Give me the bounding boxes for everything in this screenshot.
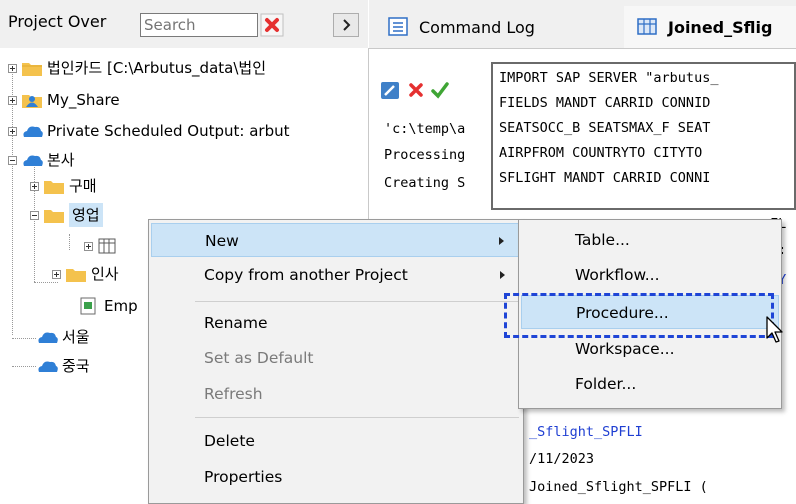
menu-item-label: Refresh bbox=[204, 385, 263, 403]
context-menu: New Copy from another Project Rename Set… bbox=[148, 219, 524, 504]
report-icon bbox=[80, 297, 96, 315]
highlight-annotation-box bbox=[504, 293, 774, 338]
menu-item-label: Workflow... bbox=[575, 266, 660, 284]
chevron-right-icon bbox=[343, 19, 351, 31]
tree-node[interactable] bbox=[84, 234, 119, 258]
log-line: 'c:\temp\a bbox=[384, 121, 466, 137]
pane-menu-button[interactable] bbox=[333, 13, 359, 37]
popup-line: FIELDS MANDT CARRID CONNID bbox=[499, 95, 711, 111]
menu-item-label: Rename bbox=[204, 314, 268, 332]
expand-toggle[interactable] bbox=[52, 269, 61, 279]
popup-line: SEATSOCC_B SEATSMAX_F SEAT bbox=[499, 120, 711, 136]
search-field[interactable] bbox=[140, 13, 258, 37]
expand-toggle[interactable] bbox=[30, 181, 39, 191]
tree-node[interactable]: Emp bbox=[78, 294, 138, 318]
tree-node[interactable]: 중국 bbox=[36, 354, 90, 378]
cloud-folder-icon bbox=[38, 332, 58, 343]
log-line: _Sflight_SPFLI bbox=[529, 424, 643, 440]
menu-item-copy-from-project[interactable]: Copy from another Project bbox=[151, 258, 521, 292]
menu-separator bbox=[195, 301, 519, 302]
submenu-item-table[interactable]: Table... bbox=[521, 223, 779, 257]
project-overview-title: Project Over bbox=[8, 12, 107, 31]
clear-search-button[interactable] bbox=[260, 13, 284, 37]
log-line: Joined_Sflight_SPFLI ( bbox=[529, 479, 708, 495]
submenu-item-workflow[interactable]: Workflow... bbox=[521, 258, 779, 292]
expand-toggle[interactable] bbox=[8, 126, 17, 136]
tree-node[interactable]: Private Scheduled Output: arbut bbox=[8, 119, 289, 143]
menu-separator bbox=[195, 417, 519, 418]
folder-icon bbox=[66, 269, 86, 282]
tree-node-label: 구매 bbox=[69, 177, 97, 195]
tree-node-label: My_Share bbox=[47, 91, 120, 109]
menu-item-rename[interactable]: Rename bbox=[151, 306, 521, 340]
accept-icon[interactable] bbox=[431, 82, 449, 99]
command-preview-popup: IMPORT SAP SERVER "arbutus_ FIELDS MANDT… bbox=[491, 62, 796, 210]
tree-node[interactable]: 구매 bbox=[30, 174, 97, 198]
menu-item-label: Properties bbox=[204, 468, 283, 486]
tree-node-label: 중국 bbox=[62, 357, 90, 375]
tree-node-label: 서울 bbox=[62, 328, 90, 346]
cloud-folder-icon bbox=[38, 361, 58, 372]
folder-icon bbox=[22, 63, 42, 76]
folder-icon bbox=[44, 181, 64, 194]
cloud-folder-icon bbox=[23, 126, 43, 137]
log-toolbar bbox=[369, 62, 489, 114]
menu-item-label: Table... bbox=[575, 231, 630, 249]
mouse-pointer-icon bbox=[766, 316, 783, 343]
tab-label: Command Log bbox=[419, 17, 535, 37]
popup-line: SFLIGHT MANDT CARRID CONNI bbox=[499, 170, 711, 186]
tree-node-label: 영업 bbox=[69, 203, 103, 227]
edit-icon[interactable] bbox=[381, 82, 399, 99]
menu-item-label: Delete bbox=[204, 432, 255, 450]
tree-node-label: Emp bbox=[104, 297, 138, 315]
menu-item-label: New bbox=[205, 232, 239, 250]
tree-node[interactable]: 서울 bbox=[36, 325, 90, 349]
table-icon bbox=[98, 238, 116, 254]
menu-item-label: Set as Default bbox=[204, 349, 314, 367]
expand-toggle[interactable] bbox=[8, 63, 17, 73]
folder-icon bbox=[44, 210, 64, 223]
popup-line: AIRPFROM COUNTRYTO CITYTO bbox=[499, 145, 703, 161]
tree-node-label: 본사 bbox=[47, 151, 75, 169]
cloud-folder-icon bbox=[23, 155, 43, 166]
collapse-toggle[interactable] bbox=[8, 155, 17, 165]
tree-node-label: 법인카드 [C:\Arbutus_data\법인 bbox=[47, 59, 267, 77]
menu-item-label: Copy from another Project bbox=[204, 266, 408, 284]
tree-node[interactable]: My_Share bbox=[8, 88, 120, 112]
submenu-arrow-icon bbox=[499, 237, 504, 245]
tree-node-label: Private Scheduled Output: arbut bbox=[47, 122, 290, 140]
submenu-item-folder[interactable]: Folder... bbox=[521, 367, 779, 401]
delete-icon[interactable] bbox=[409, 83, 423, 97]
shared-folder-icon bbox=[22, 95, 42, 108]
menu-item-label: Folder... bbox=[575, 375, 637, 393]
tab-command-log[interactable]: Command Log bbox=[371, 6, 599, 48]
log-line: Creating S bbox=[384, 175, 466, 191]
menu-item-properties[interactable]: Properties bbox=[151, 460, 521, 494]
search-input[interactable] bbox=[141, 15, 256, 35]
expand-toggle[interactable] bbox=[8, 95, 17, 105]
popup-line: IMPORT SAP SERVER "arbutus_ bbox=[499, 70, 719, 86]
tree-node-label: 인사 bbox=[91, 265, 119, 283]
expand-toggle[interactable] bbox=[84, 241, 93, 251]
menu-item-new[interactable]: New bbox=[151, 223, 521, 257]
log-line: Processing bbox=[384, 147, 466, 163]
tree-node[interactable]: 인사 bbox=[52, 262, 119, 286]
list-icon bbox=[388, 17, 408, 36]
tree-node[interactable]: 본사 bbox=[8, 148, 75, 172]
tab-label: Joined_Sflig bbox=[668, 17, 773, 37]
red-x-icon bbox=[260, 13, 284, 37]
menu-item-delete[interactable]: Delete bbox=[151, 424, 521, 458]
submenu-arrow-icon bbox=[500, 271, 505, 279]
table-icon bbox=[637, 18, 657, 35]
collapse-toggle[interactable] bbox=[30, 210, 39, 220]
tree-node-selected[interactable]: 영업 bbox=[30, 203, 103, 227]
log-line: /11/2023 bbox=[529, 451, 595, 467]
menu-item-set-default: Set as Default bbox=[151, 341, 521, 375]
tab-joined-sflight[interactable]: Joined_Sflig bbox=[624, 6, 796, 48]
tree-node[interactable]: 법인카드 [C:\Arbutus_data\법인 bbox=[8, 56, 266, 80]
menu-item-refresh: Refresh bbox=[151, 377, 521, 411]
